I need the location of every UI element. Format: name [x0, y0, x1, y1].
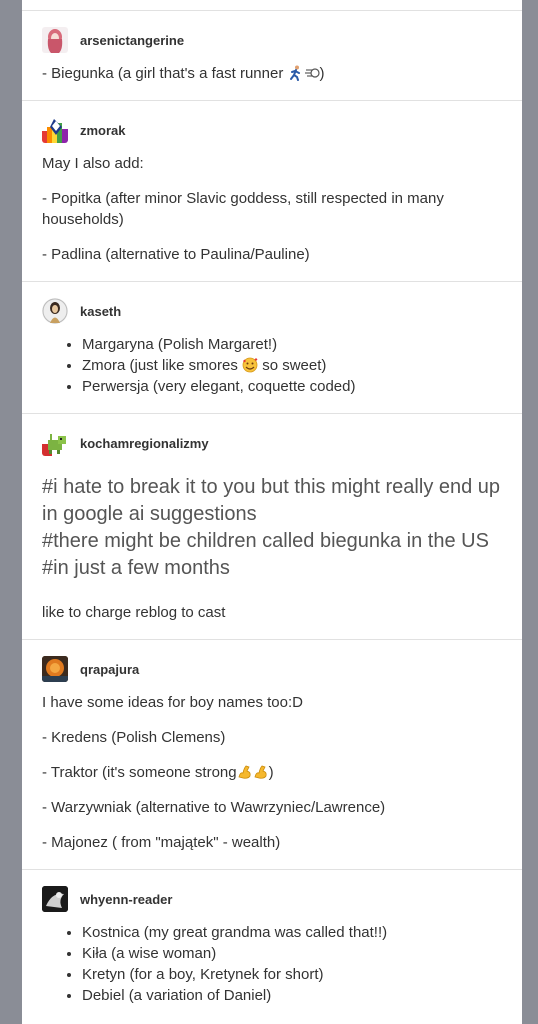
post-header: zmorak — [42, 117, 502, 143]
tag[interactable]: #i hate to break it to you but this migh… — [42, 474, 502, 528]
tag[interactable]: #in just a few months — [42, 555, 502, 582]
username[interactable]: whyenn-reader — [80, 892, 172, 907]
post-text: I have some ideas for boy names too:D — [42, 694, 303, 711]
avatar[interactable] — [42, 27, 68, 53]
post-text: - Traktor (it's someone strong ) — [42, 764, 274, 781]
bullet-list: Kostnica (my great grandma was called th… — [42, 922, 502, 1006]
post-text: - Padlina (alternative to Paulina/Paulin… — [42, 246, 310, 263]
username[interactable]: zmorak — [80, 123, 126, 138]
post-text: - Popitka (after minor Slavic goddess, s… — [42, 190, 444, 228]
avatar[interactable] — [42, 430, 68, 456]
reblog-post: whyenn-reader Kostnica (my great grandma… — [22, 869, 522, 1022]
flexed-biceps-emoji — [253, 764, 269, 780]
list-item: Perwersja (very elegant, coquette coded) — [82, 376, 502, 397]
post-text: - Biegunka (a girl that's a fast runner … — [42, 65, 325, 82]
bullet-list: Margaryna (Polish Margaret!) Zmora (just… — [42, 334, 502, 397]
username[interactable]: qrapajura — [80, 662, 139, 677]
post-header: arsenictangerine — [42, 27, 502, 53]
post-header: whyenn-reader — [42, 886, 502, 912]
post-header: qrapajura — [42, 656, 502, 682]
tags-list: #i hate to break it to you but this migh… — [42, 474, 502, 582]
list-item: Zmora (just like smores so sweet) — [82, 355, 502, 376]
smiling-face-with-hearts-emoji — [242, 357, 258, 373]
post-text: - Majonez ( from "majątek" - wealth) — [42, 834, 281, 851]
list-item: Margaryna (Polish Margaret!) — [82, 334, 502, 355]
avatar[interactable] — [42, 298, 68, 324]
list-item: Kiła (a wise woman) — [82, 943, 502, 964]
reblog-post: kochamregionalizmy #i hate to break it t… — [22, 413, 522, 639]
dash-emoji — [304, 65, 320, 81]
runner-emoji — [288, 65, 304, 81]
post-header: kochamregionalizmy — [42, 430, 502, 456]
reblog-thread: arsenictangerine - Biegunka (a girl that… — [22, 0, 522, 1024]
avatar[interactable] — [42, 656, 68, 682]
flexed-biceps-emoji — [237, 764, 253, 780]
post-header: kaseth — [42, 298, 502, 324]
post-text: May I also add: — [42, 155, 144, 172]
username[interactable]: kaseth — [80, 304, 121, 319]
avatar[interactable] — [42, 886, 68, 912]
reblog-post: kaseth Margaryna (Polish Margaret!) Zmor… — [22, 281, 522, 413]
username[interactable]: arsenictangerine — [80, 33, 184, 48]
avatar[interactable] — [42, 117, 68, 143]
list-item: Kretyn (for a boy, Kretynek for short) — [82, 964, 502, 985]
list-item: Debiel (a variation of Daniel) — [82, 985, 502, 1006]
reblog-post: qrapajura I have some ideas for boy name… — [22, 639, 522, 869]
post-text: - Kredens (Polish Clemens) — [42, 729, 226, 746]
username[interactable]: kochamregionalizmy — [80, 436, 209, 451]
post-text: like to charge reblog to cast — [42, 604, 226, 621]
reblog-post: zmorak May I also add: - Popitka (after … — [22, 100, 522, 281]
reblog-post: arsenictangerine - Biegunka (a girl that… — [22, 10, 522, 100]
tag[interactable]: #there might be children called biegunka… — [42, 528, 502, 555]
post-text: - Warzywniak (alternative to Wawrzyniec/… — [42, 799, 386, 816]
list-item: Kostnica (my great grandma was called th… — [82, 922, 502, 943]
